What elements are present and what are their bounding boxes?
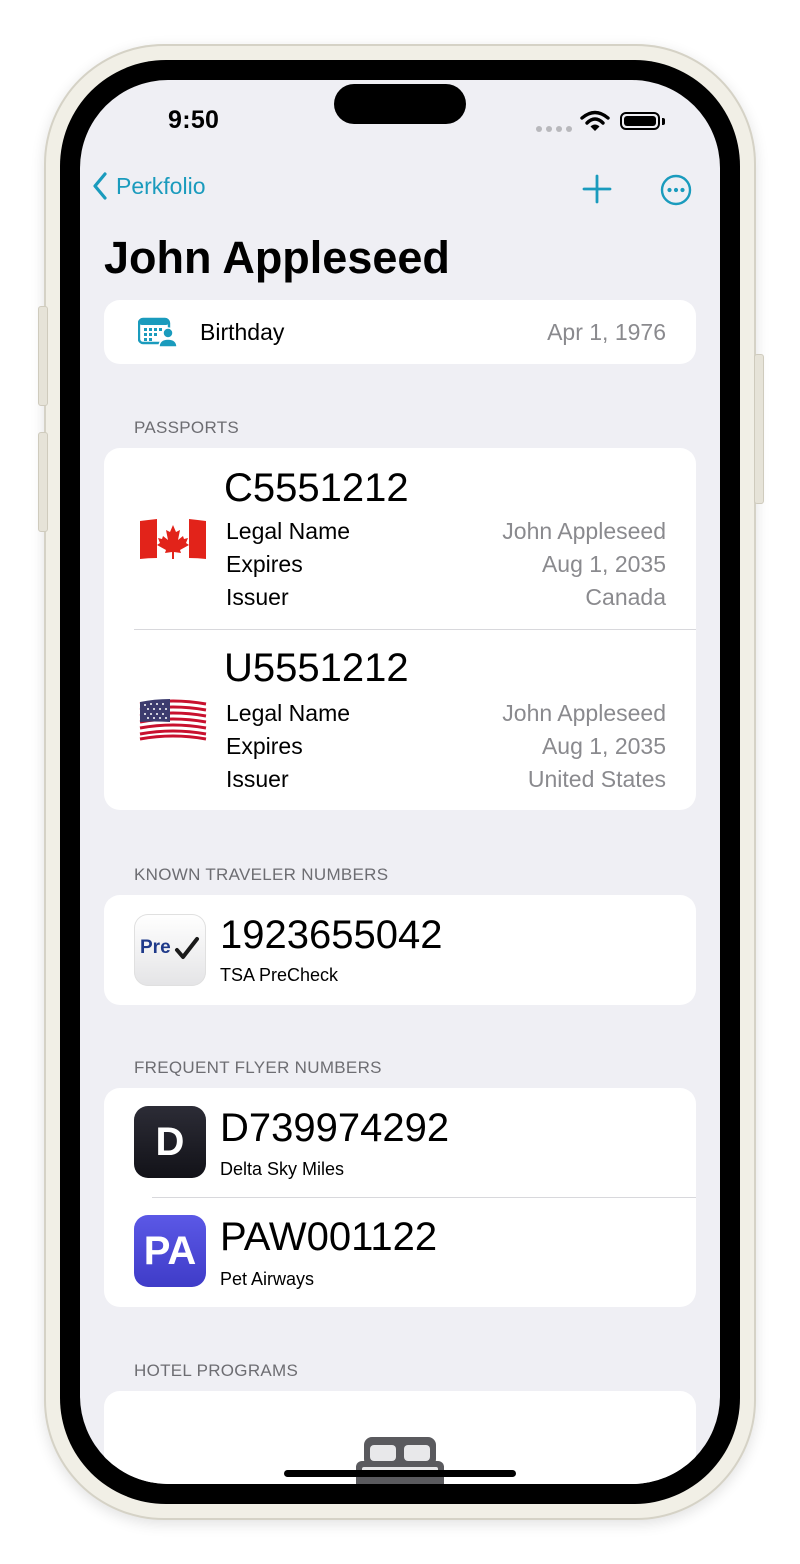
frequent-flyer-row[interactable]: PA PAW001122 Pet Airways [104,1198,696,1307]
calendar-person-icon [138,317,178,347]
expires-label: Expires [226,551,303,577]
page-title: John Appleseed [104,232,450,283]
status-time: 9:50 [168,106,220,134]
issuer-line: Issuer Canada [226,584,666,611]
passport-number: C5551212 [224,466,409,510]
flyer-number: PAW001122 [220,1215,438,1259]
power-button [754,354,764,504]
passport-row[interactable]: C5551212 Legal Name John Appleseed Expir… [104,448,696,630]
known-traveler-row[interactable]: Pre 1923655042 TSA PreCheck [104,895,696,1005]
expires-line: Expires Aug 1, 2035 [226,733,666,760]
issuer-line: Issuer United States [226,766,666,793]
passports-card: C5551212 Legal Name John Appleseed Expir… [104,448,696,810]
battery-icon [620,112,660,130]
checkmark-icon [175,937,199,959]
more-options-button[interactable] [660,174,692,206]
tsa-precheck-icon: Pre [134,914,206,986]
issuer-value: United States [527,766,666,792]
dynamic-island [334,84,466,124]
delta-logo-icon: D [134,1106,206,1178]
home-indicator[interactable] [284,1470,516,1477]
legal-name-line: Legal Name John Appleseed [226,518,666,545]
pet-airways-logo-icon: PA [134,1215,206,1287]
wifi-icon [580,110,610,131]
section-header-hotel-programs: HOTEL PROGRAMS [134,1361,299,1380]
chevron-left-icon [93,172,107,200]
frequent-flyer-row[interactable]: D D739974292 Delta Sky Miles [104,1088,696,1198]
volume-down-button [38,432,48,532]
birthday-label: Birthday [200,318,285,345]
passport-row[interactable]: U5551212 Legal Name John Appleseed Expir… [104,630,696,810]
back-label: Perkfolio [116,172,206,199]
canada-flag-icon [140,518,206,559]
issuer-label: Issuer [226,766,289,792]
program-name: Delta Sky Miles [220,1159,345,1179]
known-traveler-card: Pre 1923655042 TSA PreCheck [104,895,696,1005]
program-name: TSA PreCheck [220,965,339,985]
expires-line: Expires Aug 1, 2035 [226,551,666,578]
expires-label: Expires [226,733,303,759]
section-header-known-traveler: KNOWN TRAVELER NUMBERS [134,865,389,884]
traveler-number: 1923655042 [220,913,443,957]
screen: 9:50 Perkfolio John Appleseed Birthday A… [80,80,720,1484]
add-button[interactable] [582,174,612,204]
legal-name-value: John Appleseed [502,518,666,544]
legal-name-label: Legal Name [226,700,351,726]
usa-flag-icon [139,699,207,741]
expires-value: Aug 1, 2035 [541,733,666,759]
issuer-value: Canada [585,584,666,610]
battery-tip [662,118,665,125]
cellular-signal-icon [536,126,572,132]
birthday-card[interactable]: Birthday Apr 1, 1976 [104,300,696,364]
legal-name-value: John Appleseed [502,700,666,726]
passport-number: U5551212 [224,646,409,690]
frequent-flyer-card: D D739974292 Delta Sky Miles PA PAW00112… [104,1088,696,1307]
legal-name-label: Legal Name [226,518,351,544]
back-button[interactable]: Perkfolio [92,172,205,200]
program-name: Pet Airways [220,1269,315,1289]
expires-value: Aug 1, 2035 [541,551,666,577]
birthday-row[interactable]: Birthday Apr 1, 1976 [104,300,696,364]
birthday-value: Apr 1, 1976 [547,318,666,345]
legal-name-line: Legal Name John Appleseed [226,700,666,727]
volume-up-button [38,306,48,406]
flyer-number: D739974292 [220,1106,450,1150]
section-header-passports: PASSPORTS [134,418,240,437]
section-header-frequent-flyer: FREQUENT FLYER NUMBERS [134,1058,382,1077]
issuer-label: Issuer [226,584,289,610]
